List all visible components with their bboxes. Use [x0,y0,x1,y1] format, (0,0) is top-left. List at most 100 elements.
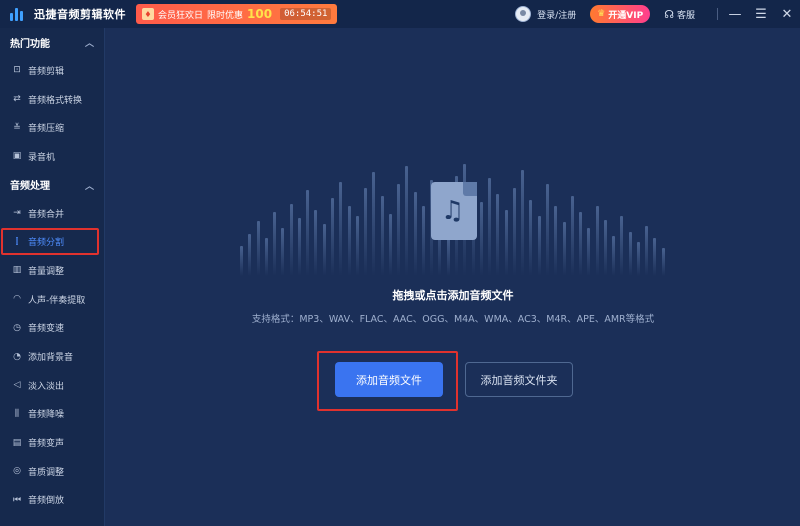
audio-file-icon: ♫ [431,182,477,240]
vip-button[interactable]: ♛ 开通VIP [590,5,651,23]
recorder-icon: ▣ [12,151,22,162]
sidebar-item-vocal[interactable]: ◠ 人声-伴奏提取 [0,285,104,314]
waveform-bar [496,194,499,276]
add-audio-folder-button[interactable]: 添加音频文件夹 [465,362,573,397]
vocal-icon: ◠ [13,294,21,305]
music-note-icon: ♫ [441,196,465,226]
fade-icon: ◁ [13,380,21,391]
sidebar-item-fade[interactable]: ◁ 淡入淡出 [0,371,104,400]
waveform-bar [248,234,251,276]
reverse-icon: ⏮ [12,494,22,505]
sidebar-item-label: 音频剪辑 [28,66,65,77]
waveform-bar [538,216,541,276]
waveform-bar [339,182,342,276]
sidebar-item-audio-cut[interactable]: ⊡ 音频剪辑 [0,56,104,85]
waveform-bar [529,200,532,276]
sidebar-item-label: 音频降噪 [28,410,65,421]
waveform-bar [629,232,632,276]
sidebar-item-label: 音频合并 [28,209,65,220]
sidebar-item-label: 音频压缩 [28,124,65,135]
waveform-bar [298,218,301,276]
sidebar-item-split[interactable]: ⫿ 音频分割 [0,227,104,256]
sidebar-item-label: 音频格式转换 [28,95,83,106]
drop-title: 拖拽或点击添加音频文件 [392,289,514,302]
waveform-bar [662,248,665,276]
waveform-bar [372,172,375,276]
sidebar-item-denoise[interactable]: ⫼ 音频降噪 [0,400,104,429]
highlight-box [1,228,99,256]
sidebar-item-format-convert[interactable]: ⇄ 音频格式转换 [0,85,104,114]
voice-change-icon: ▤ [12,437,22,448]
sidebar-item-voice-change[interactable]: ▤ 音频变声 [0,428,104,457]
sidebar-item-recorder[interactable]: ▣ 录音机 [0,142,104,171]
sidebar-item-volume[interactable]: ▥ 音量调整 [0,256,104,285]
sidebar-item-compress[interactable]: ≚ 音频压缩 [0,113,104,142]
convert-icon: ⇄ [13,94,21,105]
waveform-bar [645,226,648,276]
sidebar-item-background-music[interactable]: ◔ 添加背景音 [0,342,104,371]
volume-icon: ▥ [12,265,22,276]
waveform-bar [323,224,326,276]
sidebar-item-quality[interactable]: ◎ 音质调整 [0,457,104,486]
avatar[interactable] [515,6,532,22]
waveform-bar [281,228,284,276]
waveform-bar [257,221,260,276]
minimize-button[interactable]: — [722,0,748,28]
promo-text: 会员狂欢日 [158,10,204,21]
divider [717,8,718,20]
waveform-bar [265,238,268,276]
service-label: 客服 [676,10,695,21]
menu-button[interactable]: ☰ [748,0,774,28]
waveform-bar [306,190,309,276]
waveform-bar [488,178,491,276]
denoise-icon: ⫼ [14,408,20,419]
waveform-bar [637,242,640,276]
promo-banner[interactable]: ♦ 会员狂欢日 限时优惠 100 06:54:51 [136,4,338,24]
waveform-bar [554,206,557,276]
waveform-bar [447,236,450,276]
sidebar-item-speed[interactable]: ◷ 音频变速 [0,314,104,343]
waveform-bar [414,192,417,276]
sidebar: 热门功能 ︿ ⊡ 音频剪辑 ⇄ 音频格式转换 ≚ 音频压缩 ▣ 录音机 音频处理… [0,28,105,526]
waveform-bar [381,196,384,276]
waveform-bar [364,188,367,276]
waveform-bar [240,246,243,276]
close-icon: ✕ [781,6,793,22]
drop-area[interactable]: ♫ 拖拽或点击添加音频文件 支持格式：MP3、WAV、FLAC、AAC、OGG、… [106,28,800,526]
waveform-bar [579,212,582,276]
sidebar-item-reverse[interactable]: ⏮ 音频倒放 [0,486,104,515]
waveform-bar [480,202,483,276]
promo-timer: 06:54:51 [280,8,332,20]
sidebar-group-processing[interactable]: 音频处理 ︿ [0,171,104,199]
login-link[interactable]: 登录/注册 [537,8,576,21]
waveform-bar [331,198,334,276]
chevron-up-icon: ︿ [84,181,94,192]
waveform-bar [596,206,599,276]
title-bar: 迅捷音频剪辑软件 ♦ 会员狂欢日 限时优惠 100 06:54:51 登录/注册… [0,0,800,28]
waveform-bar [546,184,549,276]
background-music-icon: ◔ [13,351,21,362]
waveform-bar [587,228,590,276]
chevron-up-icon: ︿ [84,39,94,49]
waveform-bar [604,220,607,276]
title-bar-actions: 登录/注册 ♛ 开通VIP ☊ 客服 — ☰ ✕ [515,0,800,28]
waveform-bar [612,236,615,276]
minimize-icon: — [728,6,742,22]
app-title: 迅捷音频剪辑软件 [34,8,126,21]
vip-label: 开通VIP [608,10,644,21]
waveform-bar [571,196,574,276]
compress-icon: ≚ [13,122,21,133]
sidebar-item-merge[interactable]: ⇥ 音频合并 [0,199,104,228]
sidebar-item-label: 音量调整 [28,266,65,277]
customer-service-button[interactable]: ☊ 客服 [664,8,695,21]
sidebar-group-hot[interactable]: 热门功能 ︿ [0,28,104,56]
promo-amount: 100 [247,7,273,21]
sidebar-item-label: 添加背景音 [28,353,74,364]
scissors-icon: ⊡ [13,65,21,76]
waveform-bar [505,210,508,276]
sidebar-item-label: 音频变声 [28,439,65,450]
sidebar-item-label: 音质调整 [28,467,65,478]
close-button[interactable]: ✕ [774,0,800,28]
gift-icon: ♦ [142,8,154,20]
merge-icon: ⇥ [13,208,21,219]
